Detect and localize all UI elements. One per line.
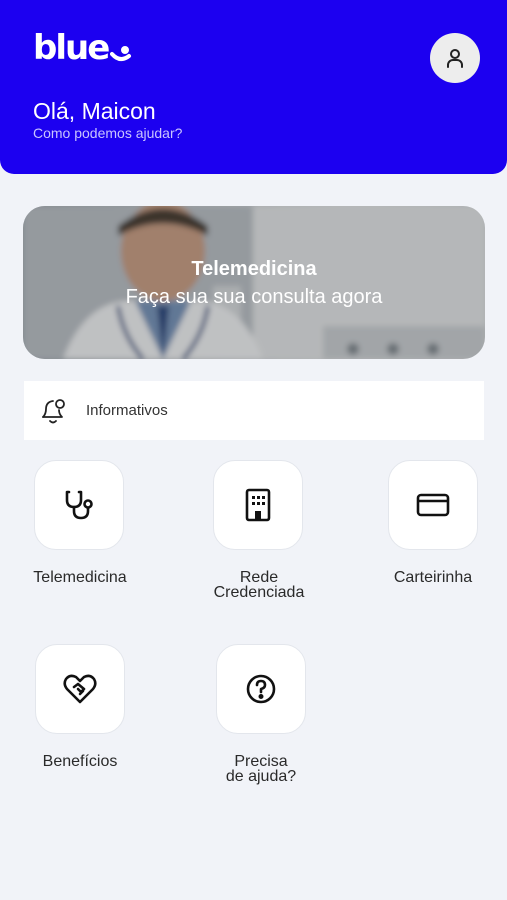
greeting-subtitle: Como podemos ajudar? <box>33 125 183 141</box>
informativos-label: Informativos <box>86 402 168 419</box>
bell-icon <box>42 399 65 424</box>
card-label: Carteirinha <box>358 569 507 586</box>
header: blue Olá, Maicon Como podemos ajudar? <box>0 0 507 174</box>
informativos-bar[interactable]: Informativos <box>24 381 484 440</box>
building-icon <box>245 488 271 522</box>
brand-logo: blue <box>33 28 110 68</box>
card-label-line: Carteirinha <box>393 569 473 586</box>
heart-handshake-icon <box>63 674 97 704</box>
help-button[interactable] <box>216 644 306 734</box>
telemedicine-label-line: Telemedicina <box>33 569 127 586</box>
card-button[interactable] <box>388 460 478 550</box>
network-label-line1: Rede <box>239 569 279 586</box>
card-icon <box>416 493 450 517</box>
telemedicine-banner[interactable]: Telemedicina Faça sua sua consulta agora <box>23 206 485 359</box>
logo-smile-icon <box>110 46 131 61</box>
network-label: Rede Credenciada <box>184 569 334 601</box>
stethoscope-icon <box>65 490 93 520</box>
banner-overlay <box>23 206 485 359</box>
help-label-line1: Precisa <box>234 753 288 770</box>
user-icon <box>447 49 463 68</box>
greeting-title: Olá, Maicon <box>33 98 156 124</box>
benefits-button[interactable] <box>35 644 125 734</box>
benefits-label-line: Benefícios <box>42 753 118 770</box>
banner-subtitle: Faça sua sua consulta agora <box>125 286 383 308</box>
telemedicine-label: Telemedicina <box>5 569 155 586</box>
telemedicine-button[interactable] <box>34 460 124 550</box>
network-label-line2: Credenciada <box>213 584 305 601</box>
help-icon <box>246 674 276 704</box>
banner-title: Telemedicina <box>191 258 317 280</box>
profile-button[interactable] <box>430 33 480 83</box>
network-button[interactable] <box>213 460 303 550</box>
help-label: Precisa de ajuda? <box>186 753 336 785</box>
help-label-line2: de ajuda? <box>225 768 297 785</box>
benefits-label: Benefícios <box>5 753 155 770</box>
